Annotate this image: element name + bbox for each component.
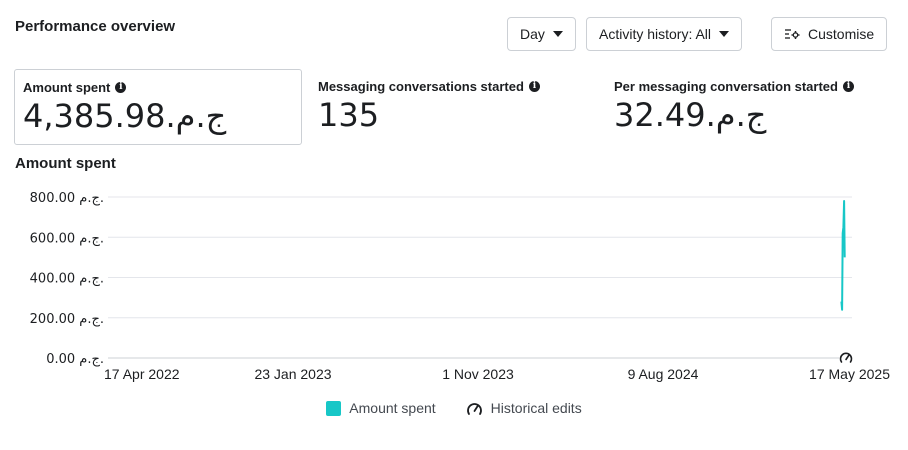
x-tick-label: 9 Aug 2024 bbox=[628, 366, 699, 382]
x-tick-label: 1 Nov 2023 bbox=[442, 366, 514, 382]
y-tick-label: 200.00 ج.م. bbox=[30, 312, 104, 327]
y-tick-label: 400.00 ج.م. bbox=[30, 272, 104, 287]
series-line-amount-spent[interactable] bbox=[840, 200, 846, 311]
historical-edit-icon bbox=[466, 402, 482, 415]
legend-label: Historical edits bbox=[490, 400, 582, 416]
y-tick-label: 0.00 ج.م. bbox=[46, 352, 104, 367]
legend-item-amount-spent[interactable]: Amount spent bbox=[326, 400, 436, 416]
x-tick-label: 17 Apr 2022 bbox=[104, 366, 180, 382]
historical-edit-icon[interactable] bbox=[839, 351, 853, 365]
legend-item-historical-edits[interactable]: Historical edits bbox=[466, 400, 582, 416]
y-tick-label: 600.00 ج.م. bbox=[30, 231, 104, 246]
y-tick-label: 800.00 ج.م. bbox=[30, 191, 104, 206]
legend-swatch bbox=[326, 400, 342, 416]
x-tick-label: 17 May 2025 bbox=[809, 366, 890, 382]
amount-spent-chart: 0.00 ج.م. 200.00 ج.م. 400.00 ج.م. 600.00 ج.… bbox=[30, 191, 891, 382]
legend-label: Amount spent bbox=[349, 400, 436, 416]
chart-legend: Amount spent Historical edits bbox=[0, 400, 908, 416]
x-tick-label: 23 Jan 2023 bbox=[254, 366, 331, 382]
